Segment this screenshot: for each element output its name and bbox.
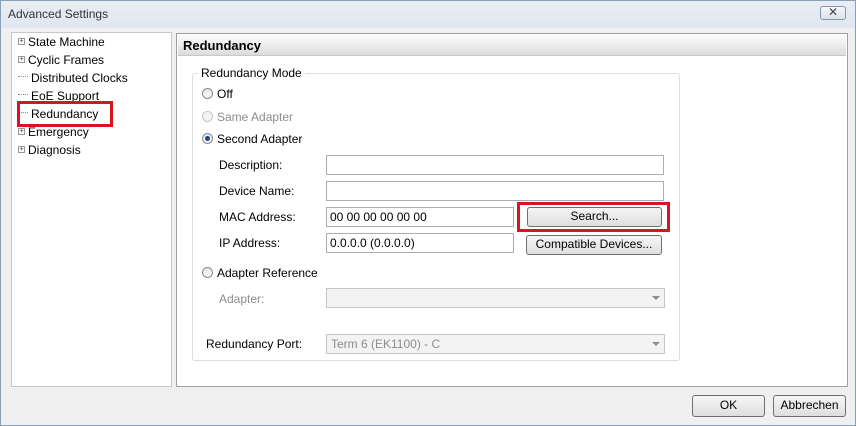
expand-icon[interactable]: + [18, 146, 25, 154]
tree-item-label: Diagnosis [28, 143, 81, 157]
radio-label: Off [217, 87, 233, 101]
compatible-devices-button[interactable]: Compatible Devices... [526, 235, 662, 255]
ip-address-field[interactable]: 0.0.0.0 (0.0.0.0) [326, 233, 514, 253]
description-field[interactable] [326, 155, 664, 175]
description-label: Description: [219, 158, 283, 172]
redundancy-port-label: Redundancy Port: [206, 337, 303, 351]
chevron-down-icon [652, 296, 660, 300]
radio-label: Same Adapter [217, 110, 294, 124]
settings-panel: Redundancy Redundancy Mode Off Same Adap… [176, 33, 848, 387]
device-name-label: Device Name: [219, 184, 295, 198]
ip-address-label: IP Address: [219, 236, 281, 250]
panel-header: Redundancy [178, 35, 846, 56]
close-icon: ✕ [827, 5, 839, 19]
ok-button[interactable]: OK [692, 395, 765, 417]
tree-connector [18, 76, 28, 78]
advanced-settings-dialog: Advanced Settings ✕ + State Machine + Cycl… [0, 0, 856, 426]
radio-button[interactable] [202, 88, 213, 100]
radio-button[interactable] [202, 133, 213, 145]
radio-button[interactable] [202, 267, 213, 279]
adapter-label: Adapter: [219, 292, 265, 306]
tree-item-diagnosis[interactable]: + Diagnosis [18, 141, 81, 159]
redundancy-highlight-box [17, 101, 113, 127]
radio-second-adapter[interactable]: Second Adapter [202, 131, 302, 147]
redundancy-port-select[interactable]: Term 6 (EK1100) - C [326, 334, 665, 354]
tree-item-state-machine[interactable]: + State Machine [18, 33, 105, 51]
group-label: Redundancy Mode [198, 66, 305, 80]
close-button[interactable]: ✕ [820, 5, 846, 20]
expand-icon[interactable]: + [18, 128, 25, 136]
search-highlight-box [517, 202, 670, 232]
expand-icon[interactable]: + [18, 56, 25, 64]
radio-label: Adapter Reference [217, 266, 318, 280]
radio-label: Second Adapter [217, 132, 303, 146]
radio-button[interactable] [202, 111, 213, 123]
expand-icon[interactable]: + [18, 38, 25, 46]
mac-address-label: MAC Address: [219, 210, 296, 224]
cancel-button[interactable]: Abbrechen [773, 395, 846, 417]
settings-tree: + State Machine + Cyclic Frames Distribute… [11, 32, 172, 387]
chevron-down-icon [652, 342, 660, 346]
panel-title: Redundancy [183, 38, 262, 53]
window-title: Advanced Settings [8, 7, 109, 21]
tree-item-label: Distributed Clocks [31, 71, 128, 85]
radio-off[interactable]: Off [202, 86, 233, 102]
tree-item-cyclic-frames[interactable]: + Cyclic Frames [18, 51, 104, 69]
tree-item-label: Cyclic Frames [28, 53, 105, 67]
redundancy-port-value: Term 6 (EK1100) - C [331, 337, 441, 351]
radio-adapter-reference[interactable]: Adapter Reference [202, 265, 318, 281]
mac-address-field[interactable]: 00 00 00 00 00 00 [326, 207, 514, 227]
device-name-field[interactable] [326, 181, 664, 201]
tree-item-distributed-clocks[interactable]: Distributed Clocks [18, 69, 128, 87]
radio-same-adapter[interactable]: Same Adapter [202, 109, 293, 125]
redundancy-mode-group: Redundancy Mode Off Same Adapter Second … [192, 66, 680, 361]
adapter-select[interactable] [326, 288, 665, 308]
tree-item-label: State Machine [28, 35, 105, 49]
title-bar: Advanced Settings ✕ [1, 1, 855, 28]
tree-connector [18, 94, 28, 96]
tree-item-label: Emergency [28, 125, 89, 139]
